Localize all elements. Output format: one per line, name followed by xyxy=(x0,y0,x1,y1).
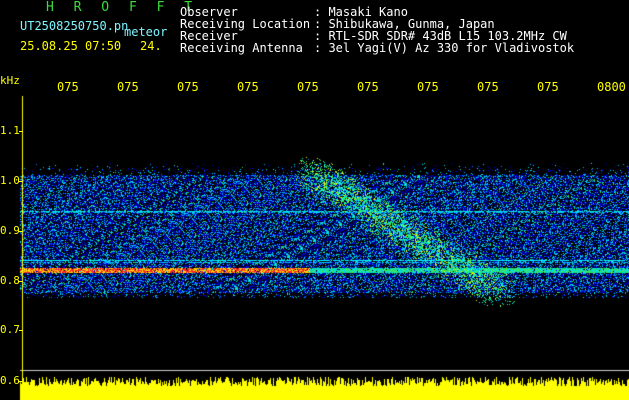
frequency-tick-mark xyxy=(19,231,23,232)
time-tick: 075 xyxy=(297,80,319,94)
date-time: 25.08.25 07:50 xyxy=(20,39,122,53)
antenna-label: Receiving Antenna xyxy=(180,41,303,55)
spectrogram-canvas xyxy=(0,0,629,400)
time-tick: 075 xyxy=(177,80,199,94)
frequency-tick-mark xyxy=(19,381,23,382)
frequency-tick: 1.0 xyxy=(0,174,20,187)
event-tag: meteor xyxy=(124,25,168,39)
frequency-tick: 0.7 xyxy=(0,323,20,336)
antenna-value: : 3el Yagi(V) Az 330 for Vladivostok xyxy=(314,41,575,55)
frequency-tick-mark xyxy=(19,330,23,331)
frequency-tick: 0.9 xyxy=(0,224,20,237)
time-tick: 075 xyxy=(57,80,79,94)
file-name: UT2508250750.pn xyxy=(20,19,129,33)
extra-value: 24. xyxy=(140,39,162,53)
time-tick: 0800 xyxy=(597,80,626,94)
time-tick: 075 xyxy=(537,80,559,94)
time-tick: 075 xyxy=(117,80,139,94)
time-tick: 075 xyxy=(477,80,499,94)
time-tick: 075 xyxy=(237,80,259,94)
frequency-tick-mark xyxy=(19,281,23,282)
frequency-unit: kHz xyxy=(0,74,20,87)
app-title: H R O F F T xyxy=(46,0,199,15)
frequency-tick-mark xyxy=(19,131,23,132)
frequency-tick: 0.8 xyxy=(0,274,20,287)
frequency-tick-mark xyxy=(19,181,23,182)
time-tick: 075 xyxy=(357,80,379,94)
frequency-tick: 0.6 xyxy=(0,374,20,387)
time-tick: 075 xyxy=(417,80,439,94)
frequency-tick: 1.1 xyxy=(0,124,20,137)
